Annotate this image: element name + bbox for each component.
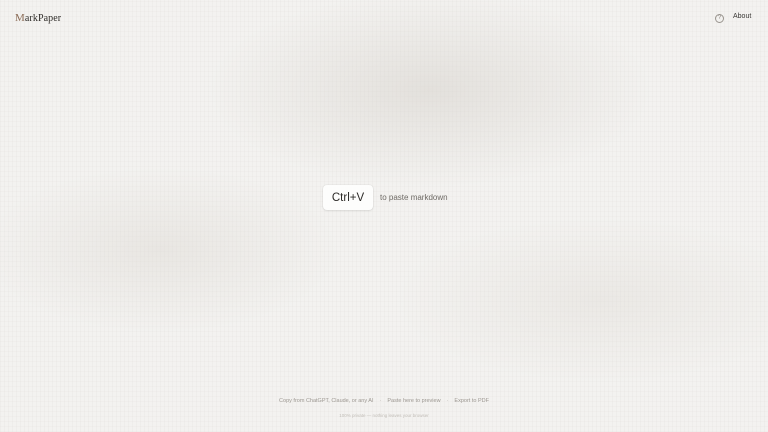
logo-initial: M [15,12,25,24]
footer-step-paste: Paste here to preview [387,398,441,404]
paste-hint-text: to paste markdown [380,193,448,202]
footer-step-copy: Copy from ChatGPT, Claude, or any AI [279,398,374,404]
header: MarkPaper ? About [0,0,768,36]
paste-shortcut-key: Ctrl+V [323,185,373,210]
background-texture [0,0,768,432]
app-logo[interactable]: MarkPaper [15,12,61,24]
paste-prompt: Ctrl+V to paste markdown [323,185,448,210]
privacy-note: 100% private — nothing leaves your brows… [339,413,429,418]
footer-step-export: Export to PDF [454,398,489,404]
logo-text: arkPaper [24,13,62,24]
footer-separator: · [379,398,382,404]
help-circle-icon[interactable]: ? [715,14,724,23]
footer-steps: Copy from ChatGPT, Claude, or any AI · Pas… [0,398,768,404]
about-link[interactable]: About [733,13,751,20]
footer-separator: · [446,398,449,404]
